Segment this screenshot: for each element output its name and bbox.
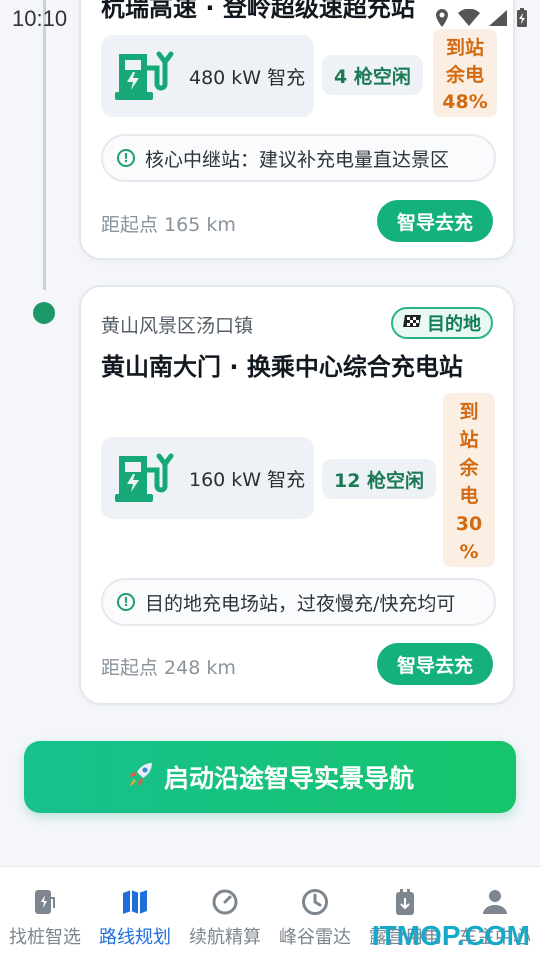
nav-item-find-charger[interactable]: 找桩智选 (0, 867, 90, 960)
status-icons (434, 8, 528, 32)
arrival-soc-char: 到 (459, 401, 479, 423)
charger-info: 480 kW 智充 (101, 35, 314, 117)
start-navigation-button[interactable]: 启动沿途智导实景导航 (24, 741, 516, 813)
signal-icon (488, 9, 508, 31)
station-tip: ! 核心中继站：建议补充电量直达景区 (101, 134, 496, 182)
destination-badge-label: 目的地 (427, 314, 481, 335)
station-card[interactable]: 杭瑞高速 · 登岭超级速超充站 480 kW 智充 4 枪空闲 到站余电 48%… (79, 0, 515, 260)
clock-icon (300, 887, 330, 917)
station-tip: ! 目的地充电场站，过夜慢充/快充均可 (101, 578, 496, 626)
station-card[interactable]: 黄山风景区汤口镇 目的地 黄山南大门 · 换乘中心综合充电站 到 站 余 电 3… (79, 285, 515, 705)
charger-icon (115, 51, 174, 100)
location-icon (434, 8, 450, 32)
station-tip-text: 核心中继站：建议补充电量直达景区 (145, 148, 450, 171)
charger-icon (115, 453, 174, 502)
battery-status-icon (516, 8, 528, 32)
info-icon: ! (117, 593, 135, 611)
charger-info: 160 kW 智充 (101, 437, 314, 519)
arrival-soc-unit: % (459, 541, 479, 563)
arrival-soc-char: 电 (459, 485, 479, 507)
battery-icon (390, 887, 420, 917)
distance-from-start: 距起点 248 km (101, 657, 236, 679)
arrival-soc: 到站余电 48% (433, 29, 497, 117)
nav-item-label: 续航精算 (189, 927, 261, 948)
arrival-soc-value: 30 (455, 513, 483, 535)
nav-item-label: 峰谷雷达 (279, 927, 351, 948)
arrival-soc-char: 余 (459, 457, 479, 479)
charger-power: 480 kW 智充 (189, 66, 306, 89)
info-icon: ! (117, 149, 135, 167)
watermark: ITMOP.COM (371, 920, 530, 951)
station-location: 黄山风景区汤口镇 (101, 315, 254, 337)
nav-item-label: 路线规划 (99, 927, 171, 948)
map-icon (120, 887, 150, 917)
station-title: 黄山南大门 · 换乘中心综合充电站 (101, 353, 463, 381)
status-time: 10:10 (12, 6, 68, 31)
charger-icon (30, 887, 60, 917)
destination-badge: 目的地 (391, 307, 493, 339)
arrival-soc-value: 48% (442, 91, 488, 113)
rocket-icon (126, 759, 156, 796)
station-tip-text: 目的地充电场站，过夜慢充/快充均可 (145, 592, 456, 615)
distance-from-start: 距起点 165 km (101, 214, 236, 236)
guide-to-charge-button[interactable]: 智导去充 (377, 200, 493, 242)
route-timeline-dot (33, 302, 55, 324)
arrival-soc-char: 站 (459, 429, 479, 451)
wifi-icon (458, 8, 480, 31)
nav-item-peak-valley[interactable]: 峰谷雷达 (270, 867, 360, 960)
arrival-soc-label: 到站余电 (445, 37, 484, 86)
nav-item-label: 找桩智选 (9, 927, 81, 948)
nav-item-route-planning[interactable]: 路线规划 (90, 867, 180, 960)
status-bar: 10:10 (0, 0, 540, 38)
gauge-icon (210, 887, 240, 917)
nav-item-range-calc[interactable]: 续航精算 (180, 867, 270, 960)
arrival-soc: 到 站 余 电 30 % (443, 393, 495, 567)
available-slots: 4 枪空闲 (322, 55, 423, 95)
route-timeline-line (43, 0, 46, 290)
guide-to-charge-button[interactable]: 智导去充 (377, 643, 493, 685)
user-icon (480, 887, 510, 917)
available-slots: 12 枪空闲 (322, 459, 437, 499)
start-navigation-label: 启动沿途智导实景导航 (163, 764, 414, 793)
charger-power: 160 kW 智充 (189, 468, 306, 491)
checkered-flag-icon (403, 313, 423, 333)
